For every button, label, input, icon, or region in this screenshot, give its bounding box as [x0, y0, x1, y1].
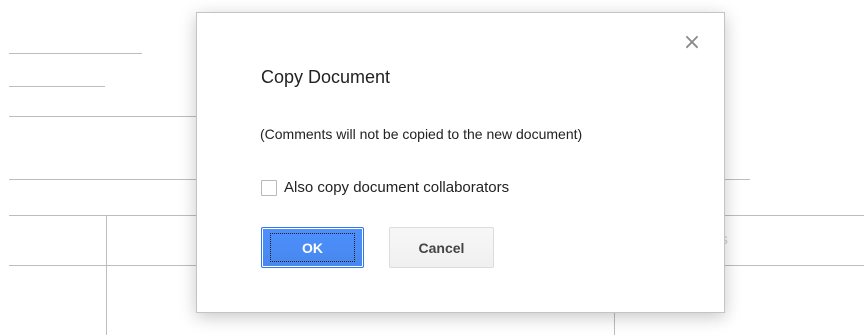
cancel-button-label: Cancel: [418, 239, 465, 256]
bg-table-border: [725, 215, 864, 216]
bg-table-border: [725, 265, 864, 266]
bg-table-border: [9, 265, 196, 266]
bg-rule: [9, 86, 105, 87]
bg-table-divider: [106, 215, 107, 335]
dialog-title: Copy Document: [261, 67, 391, 87]
close-icon[interactable]: ×: [682, 32, 702, 54]
focus-ring: [270, 233, 355, 262]
cancel-button[interactable]: Cancel: [389, 227, 494, 268]
bg-table-border: [9, 215, 196, 216]
copy-collaborators-checkbox[interactable]: [261, 179, 277, 196]
bg-rule: [9, 116, 196, 117]
ok-button[interactable]: OK: [261, 227, 364, 268]
copy-collaborators-label[interactable]: Also copy document collaborators: [284, 179, 509, 196]
bg-rule: [9, 53, 142, 54]
bg-rule: [725, 179, 750, 180]
bg-table-divider: [614, 313, 615, 335]
dialog-note: (Comments will not be copied to the new …: [260, 126, 583, 142]
copy-document-dialog: × Copy Document (Comments will not be co…: [196, 12, 725, 313]
bg-rule: [9, 179, 196, 180]
copy-collaborators-option[interactable]: Also copy document collaborators: [261, 179, 509, 196]
